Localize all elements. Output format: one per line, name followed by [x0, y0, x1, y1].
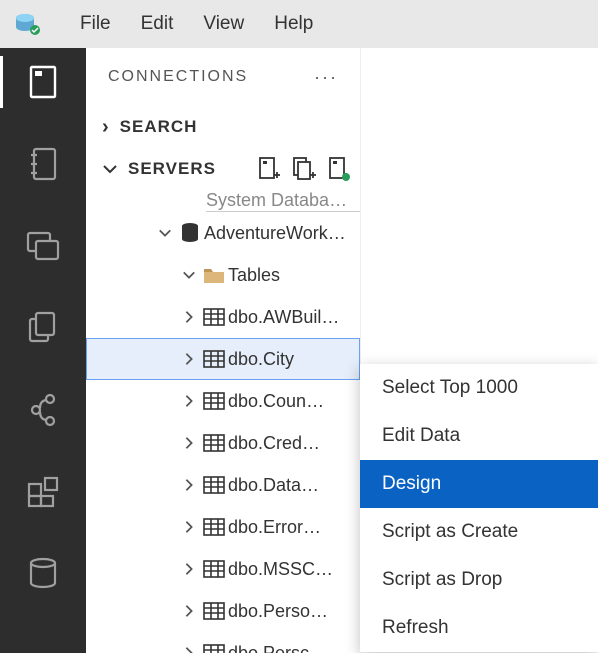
chevron-down-icon[interactable]: [154, 226, 176, 240]
table-icon: [200, 602, 228, 620]
chevron-down-icon: [102, 161, 118, 177]
context-menu-item[interactable]: Edit Data: [360, 412, 598, 460]
panel-title: CONNECTIONS: [108, 68, 248, 86]
menu-help[interactable]: Help: [260, 9, 327, 39]
tree-row-table[interactable]: dbo.Coun…: [86, 380, 360, 422]
activity-connections-icon[interactable]: [23, 62, 63, 102]
table-icon: [200, 434, 228, 452]
tree-row-tables-folder[interactable]: Tables: [86, 254, 360, 296]
context-menu: Select Top 1000Edit DataDesignScript as …: [360, 364, 598, 652]
tree-row-table[interactable]: dbo.Persc…: [86, 632, 360, 653]
context-menu-item[interactable]: Script as Drop: [360, 556, 598, 604]
tree-label: dbo.Persc…: [228, 643, 331, 653]
tree-row-table[interactable]: dbo.Data…: [86, 464, 360, 506]
section-search[interactable]: › SEARCH: [86, 106, 360, 148]
tree-row-database[interactable]: AdventureWork…: [86, 212, 360, 254]
tree-row-cutoff: System Databas…: [86, 190, 360, 212]
activity-database-icon[interactable]: [23, 554, 63, 594]
activity-windows-icon[interactable]: [23, 226, 63, 266]
chevron-right-icon[interactable]: [178, 394, 200, 408]
activity-extensions-icon[interactable]: [23, 472, 63, 512]
chevron-right-icon: ›: [102, 116, 110, 139]
new-group-icon[interactable]: [292, 157, 316, 181]
table-icon: [200, 518, 228, 536]
tree-label: dbo.Cred…: [228, 433, 324, 454]
new-connection-icon[interactable]: [258, 157, 280, 181]
activity-source-control-icon[interactable]: [23, 390, 63, 430]
section-servers[interactable]: SERVERS: [86, 148, 360, 190]
chevron-right-icon[interactable]: [178, 310, 200, 324]
tree-row-table[interactable]: dbo.Cred…: [86, 422, 360, 464]
activity-bar: [0, 48, 86, 653]
chevron-right-icon[interactable]: [178, 604, 200, 618]
panel-header: CONNECTIONS ···: [86, 48, 360, 106]
tree-label: dbo.Perso…: [228, 601, 332, 622]
menu-edit[interactable]: Edit: [127, 9, 188, 39]
table-icon: [200, 476, 228, 494]
tree-label: System Databas…: [206, 190, 360, 212]
context-menu-item[interactable]: Select Top 1000: [360, 364, 598, 412]
more-actions-icon[interactable]: ···: [314, 67, 338, 88]
table-icon: [200, 350, 228, 368]
context-menu-item[interactable]: Design: [360, 460, 598, 508]
tree-row-table[interactable]: dbo.Perso…: [86, 590, 360, 632]
tree-label: Tables: [228, 265, 284, 286]
chevron-right-icon[interactable]: [178, 646, 200, 653]
tree-label: dbo.Coun…: [228, 391, 328, 412]
chevron-right-icon[interactable]: [178, 436, 200, 450]
tree-row-table[interactable]: dbo.Error…: [86, 506, 360, 548]
server-tree: System Databas… AdventureWork… Tables dbo.A…: [86, 190, 360, 653]
tree-row-table[interactable]: dbo.MSSC…: [86, 548, 360, 590]
tree-label: dbo.Data…: [228, 475, 323, 496]
tree-label: dbo.City: [228, 349, 298, 370]
server-status-icon[interactable]: [328, 157, 350, 181]
activity-notebook-icon[interactable]: [23, 144, 63, 184]
menubar: File Edit View Help: [0, 0, 598, 48]
activity-copy-icon[interactable]: [23, 308, 63, 348]
chevron-down-icon[interactable]: [178, 268, 200, 282]
tree-label: AdventureWork…: [204, 223, 350, 244]
tree-row-table[interactable]: dbo.City: [86, 338, 360, 380]
connections-sidebar: CONNECTIONS ··· › SEARCH SERVERS: [86, 48, 361, 653]
folder-icon: [200, 266, 228, 284]
table-icon: [200, 560, 228, 578]
context-menu-item[interactable]: Script as Create: [360, 508, 598, 556]
database-icon: [176, 222, 204, 244]
table-icon: [200, 308, 228, 326]
app-logo-icon: [12, 9, 42, 39]
chevron-right-icon[interactable]: [178, 520, 200, 534]
table-icon: [200, 392, 228, 410]
section-search-label: SEARCH: [120, 117, 198, 137]
menu-view[interactable]: View: [189, 9, 258, 39]
table-icon: [200, 644, 228, 653]
tree-label: dbo.MSSC…: [228, 559, 337, 580]
chevron-right-icon[interactable]: [178, 478, 200, 492]
tree-label: dbo.AWBuil…: [228, 307, 343, 328]
tree-label: dbo.Error…: [228, 517, 325, 538]
section-servers-label: SERVERS: [128, 159, 216, 179]
chevron-right-icon[interactable]: [178, 562, 200, 576]
tree-row-table[interactable]: dbo.AWBuil…: [86, 296, 360, 338]
menu-file[interactable]: File: [66, 9, 125, 39]
chevron-right-icon[interactable]: [178, 352, 200, 366]
context-menu-item[interactable]: Refresh: [360, 604, 598, 652]
